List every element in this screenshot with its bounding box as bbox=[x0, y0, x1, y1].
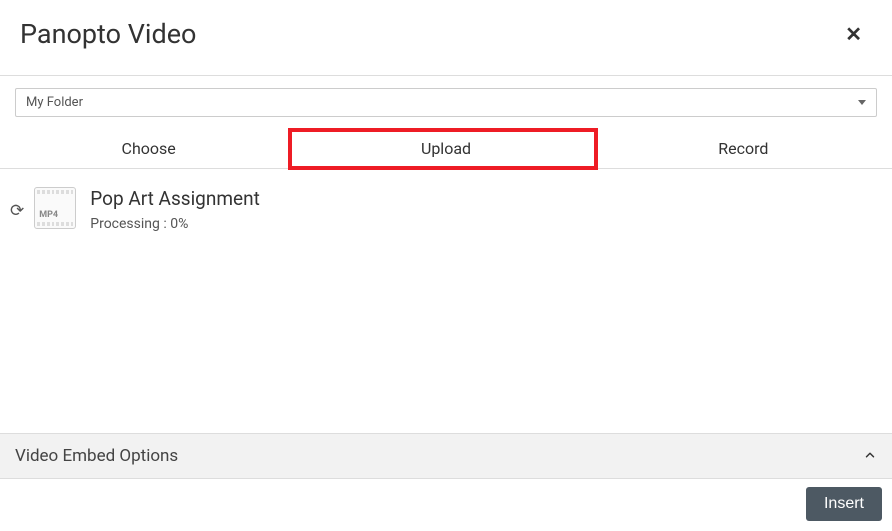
chevron-down-icon bbox=[858, 100, 866, 105]
divider bbox=[0, 75, 892, 76]
tab-record[interactable]: Record bbox=[595, 129, 892, 168]
embed-options-toggle[interactable]: Video Embed Options bbox=[0, 433, 892, 479]
tab-choose-label: Choose bbox=[122, 139, 176, 158]
folder-selected-label: My Folder bbox=[26, 95, 83, 110]
chevron-up-icon bbox=[863, 447, 877, 466]
refresh-icon[interactable]: ⟳ bbox=[10, 201, 24, 221]
video-title: Pop Art Assignment bbox=[90, 187, 260, 210]
file-type-icon: MP4 bbox=[34, 187, 76, 229]
folder-dropdown[interactable]: My Folder bbox=[15, 88, 877, 117]
header: Panopto Video ✕ bbox=[0, 0, 892, 75]
video-row[interactable]: ⟳ MP4 Pop Art Assignment Processing : 0% bbox=[10, 187, 882, 232]
video-info: Pop Art Assignment Processing : 0% bbox=[90, 187, 260, 232]
tab-record-label: Record bbox=[718, 139, 768, 158]
file-type-label: MP4 bbox=[39, 210, 58, 220]
tab-upload-label: Upload bbox=[421, 139, 471, 158]
footer: Insert bbox=[796, 479, 892, 531]
tab-upload[interactable]: Upload bbox=[297, 129, 594, 168]
embed-options-label: Video Embed Options bbox=[15, 446, 178, 466]
tabs: Choose Upload Record bbox=[0, 129, 892, 169]
content-area: ⟳ MP4 Pop Art Assignment Processing : 0% bbox=[0, 169, 892, 250]
insert-button[interactable]: Insert bbox=[806, 487, 882, 521]
page-title: Panopto Video bbox=[20, 18, 196, 50]
tab-choose[interactable]: Choose bbox=[0, 129, 297, 168]
close-button[interactable]: ✕ bbox=[835, 22, 872, 46]
video-status: Processing : 0% bbox=[90, 216, 260, 232]
